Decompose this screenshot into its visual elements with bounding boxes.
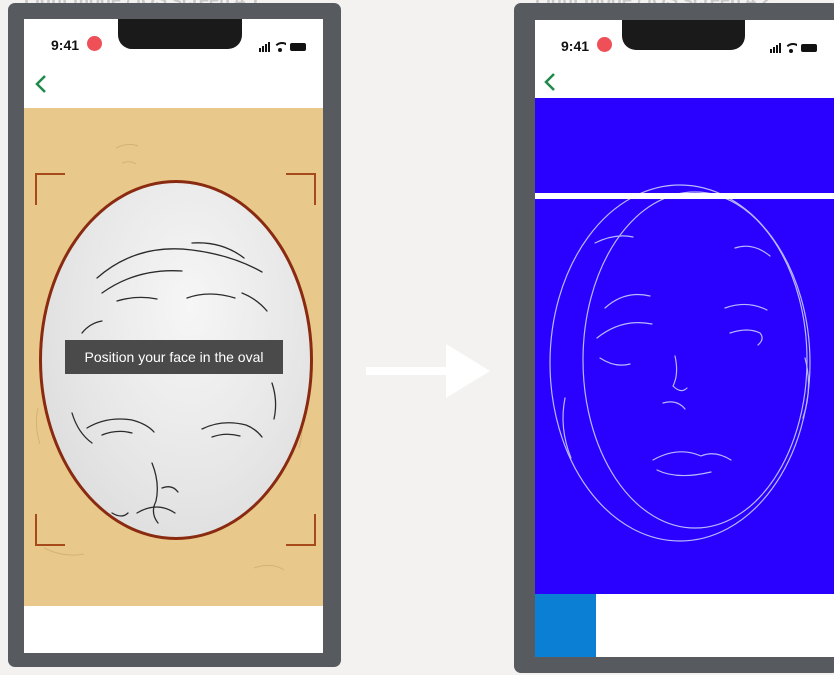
progress-bar-fill: [535, 594, 596, 657]
status-time: 9:41: [561, 38, 590, 54]
progress-bar: [535, 594, 834, 657]
instruction-toast: Position your face in the oval: [65, 340, 283, 374]
scan-line: [535, 193, 834, 199]
camera-preview: Position your face in the oval: [24, 108, 323, 606]
battery-icon: [290, 43, 306, 51]
status-bar: 9:41: [535, 20, 834, 60]
face-outline-sketch: [549, 184, 811, 542]
notch: [622, 20, 745, 50]
phone-screen-right: 9:41: [535, 20, 834, 657]
battery-icon: [801, 44, 817, 52]
cellular-signal-icon: [770, 43, 781, 53]
phone-frame-right: 9:41: [514, 3, 834, 673]
status-bar: 9:41: [24, 19, 323, 59]
status-time: 9:41: [51, 37, 80, 53]
system-icons: [770, 41, 817, 53]
camera-preview: [535, 98, 834, 594]
back-button[interactable]: [541, 71, 561, 93]
notch: [118, 19, 242, 49]
system-icons: [259, 40, 306, 52]
chevron-left-icon: [35, 75, 46, 93]
wifi-icon: [274, 42, 286, 52]
recording-dot-icon: [87, 36, 102, 51]
phone-screen-left: 9:41 Position your face in the oval: [24, 19, 323, 653]
recording-dot-icon: [597, 37, 612, 52]
phone-frame-left: 9:41 Position your face in the oval: [8, 3, 341, 667]
back-button[interactable]: [32, 73, 52, 95]
cellular-signal-icon: [259, 42, 270, 52]
arrow-right-icon: [366, 344, 490, 398]
chevron-left-icon: [544, 73, 555, 91]
wifi-icon: [785, 43, 797, 53]
